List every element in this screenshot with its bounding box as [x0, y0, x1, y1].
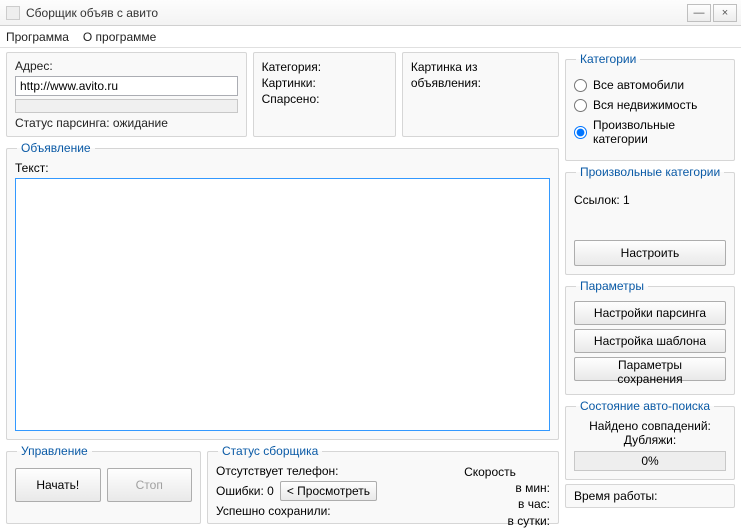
parse-status: Статус парсинга: ожидание [15, 116, 238, 130]
links-count: Ссылок: 1 [574, 193, 726, 207]
address-panel: Адрес: Статус парсинга: ожидание [6, 52, 247, 137]
radio-cars[interactable]: Все автомобили [574, 78, 726, 92]
autosearch-fieldset: Состояние авто-поиска Найдено совпадений… [565, 399, 735, 480]
stat-parsed: Спарсено: [262, 91, 387, 107]
app-icon [6, 6, 20, 20]
ad-legend: Объявление [17, 141, 95, 155]
collector-status-fieldset: Статус сборщика Отсутствует телефон: Оши… [207, 444, 559, 524]
radio-custom[interactable]: Произвольные категории [574, 118, 726, 146]
configure-button[interactable]: Настроить [574, 240, 726, 266]
stats-panel: Категория: Картинки: Спарсено: [253, 52, 396, 137]
stat-pictures: Картинки: [262, 75, 387, 91]
template-settings-button[interactable]: Настройка шаблона [574, 329, 726, 353]
radio-cars-input[interactable] [574, 79, 587, 92]
categories-legend: Категории [576, 52, 640, 66]
address-label: Адрес: [15, 59, 238, 73]
minimize-button[interactable]: — [687, 4, 711, 22]
image-panel: Картинка из объявления: [402, 52, 559, 137]
collector-status-legend: Статус сборщика [218, 444, 322, 458]
start-button[interactable]: Начать! [15, 468, 101, 502]
stop-button[interactable]: Стоп [107, 468, 193, 502]
ad-text-label: Текст: [15, 161, 550, 175]
ad-fieldset: Объявление Текст: [6, 141, 559, 440]
menubar: Программа О программе [0, 26, 741, 48]
window-title: Сборщик объяв с авито [26, 6, 685, 20]
found-matches-label: Найдено совпадений: [574, 419, 726, 433]
percent-bar: 0% [574, 451, 726, 471]
saved-label: Успешно сохранили: [216, 504, 420, 518]
close-button[interactable]: × [713, 4, 737, 22]
no-phone-label: Отсутствует телефон: [216, 464, 420, 478]
control-legend: Управление [17, 444, 92, 458]
errors-label: Ошибки: 0 [216, 484, 274, 498]
custom-categories-fieldset: Произвольные категории Ссылок: 1 Настрои… [565, 165, 735, 275]
runtime-label: Время работы: [574, 489, 658, 503]
radio-realty-input[interactable] [574, 99, 587, 112]
address-input[interactable] [15, 76, 238, 96]
ad-textarea[interactable] [15, 178, 550, 431]
speed-panel: Скорость в мин: в час: в сутки: [430, 464, 550, 515]
params-legend: Параметры [576, 279, 648, 293]
control-fieldset: Управление Начать! Стоп [6, 444, 201, 524]
params-fieldset: Параметры Настройки парсинга Настройка ш… [565, 279, 735, 395]
radio-realty[interactable]: Вся недвижимость [574, 98, 726, 112]
categories-fieldset: Категории Все автомобили Вся недвижимост… [565, 52, 735, 161]
radio-custom-input[interactable] [574, 126, 587, 139]
titlebar: Сборщик объяв с авито — × [0, 0, 741, 26]
stat-category: Категория: [262, 59, 387, 75]
view-errors-button[interactable]: < Просмотреть [280, 481, 377, 501]
custom-categories-legend: Произвольные категории [576, 165, 724, 179]
save-settings-button[interactable]: Параметры сохранения [574, 357, 726, 381]
runtime-panel: Время работы: [565, 484, 735, 508]
menu-about[interactable]: О программе [83, 30, 156, 44]
progress-bar [15, 99, 238, 113]
parse-settings-button[interactable]: Настройки парсинга [574, 301, 726, 325]
menu-program[interactable]: Программа [6, 30, 69, 44]
autosearch-legend: Состояние авто-поиска [576, 399, 714, 413]
duplicates-label: Дубляжи: [574, 433, 726, 447]
